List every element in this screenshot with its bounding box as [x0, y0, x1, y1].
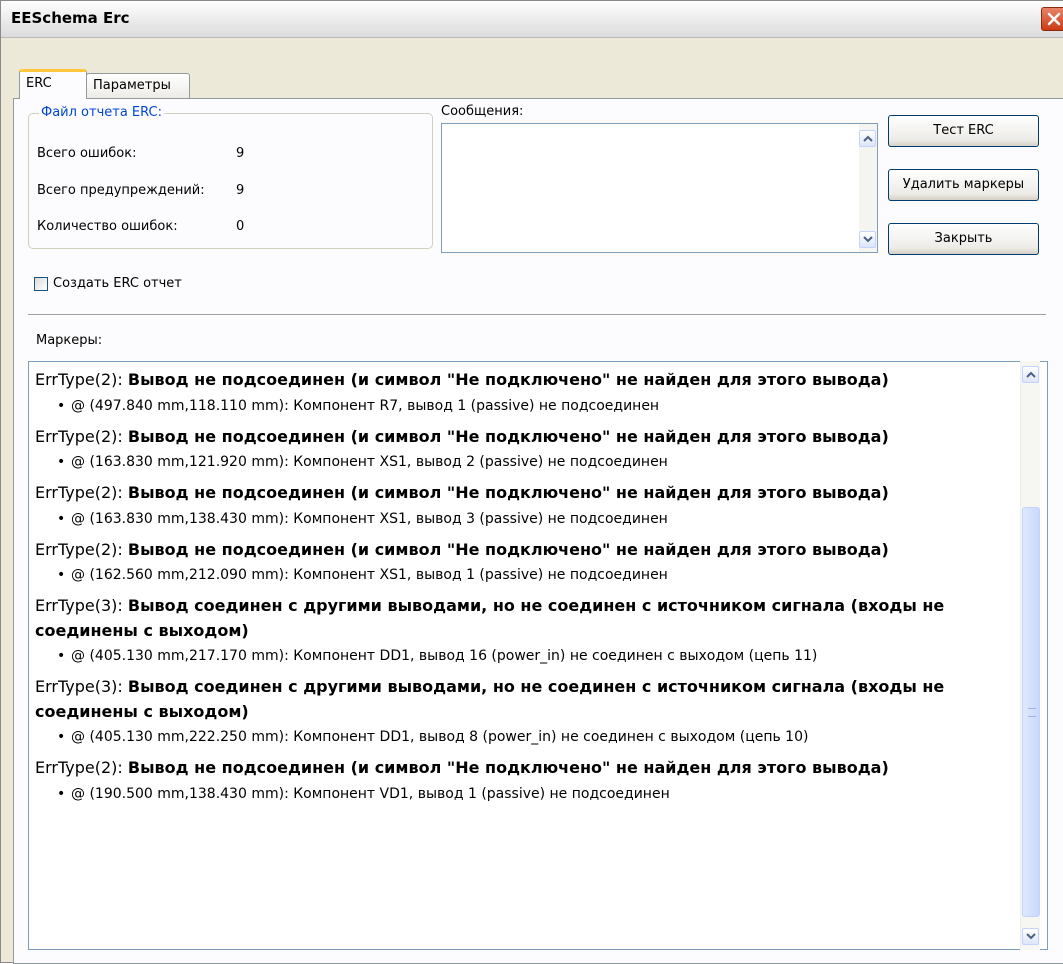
tab-erc[interactable]: ERC	[19, 69, 87, 99]
separator	[28, 314, 1046, 316]
marker-detail-row: • @ (163.830 mm,138.430 mm): Компонент XS…	[35, 506, 1025, 532]
scroll-down-icon	[863, 236, 873, 243]
messages-label: Сообщения:	[441, 104, 524, 119]
marker-message: Вывод не подсоединен (и символ "Не подкл…	[127, 370, 889, 389]
markers-list[interactable]: ErrType(2): Вывод не подсоединен (и симв…	[28, 361, 1048, 950]
marker-header: ErrType(2): Вывод не подсоединен (и симв…	[35, 538, 1025, 563]
report-group-legend: Файл отчета ERC:	[39, 105, 164, 120]
marker-detail-row: • @ (497.840 mm,118.110 mm): Компонент R7…	[35, 393, 1025, 419]
window-title: EESchema Erc	[11, 9, 130, 27]
bullet-icon: •	[57, 397, 66, 414]
marker-detail-row: • @ (405.130 mm,217.170 mm): Компонент DD…	[35, 643, 1025, 669]
marker-entry[interactable]: ErrType(3): Вывод соединен с другими выв…	[35, 594, 1025, 669]
bullet-icon: •	[57, 648, 66, 664]
tab-parameters[interactable]: Параметры	[86, 73, 190, 99]
error-count-label: Количество ошибок:	[37, 219, 178, 234]
markers-content: ErrType(2): Вывод не подсоединен (и симв…	[35, 368, 1025, 813]
marker-error-type: ErrType(3):	[35, 596, 123, 615]
test-erc-button[interactable]: Тест ERC	[888, 115, 1039, 147]
marker-entry[interactable]: ErrType(3): Вывод соединен с другими выв…	[35, 675, 1025, 750]
scroll-down-icon	[1026, 933, 1036, 940]
scroll-up-icon	[863, 135, 873, 142]
bullet-icon: •	[57, 729, 66, 745]
error-count-value: 0	[236, 219, 245, 234]
title-bar: EESchema Erc	[1, 1, 1063, 38]
marker-message: Вывод не подсоединен (и символ "Не подкл…	[127, 483, 889, 502]
tab-label: Параметры	[93, 78, 171, 93]
marker-detail: @ (162.560 mm,212.090 mm): Компонент XS1…	[71, 567, 668, 583]
markers-scroll-up-button[interactable]	[1022, 366, 1039, 383]
marker-header: ErrType(2): Вывод не подсоединен (и симв…	[35, 756, 1025, 781]
marker-message: Вывод соединен с другими выводами, но не…	[35, 677, 945, 721]
marker-header: ErrType(3): Вывод соединен с другими выв…	[35, 594, 1025, 643]
marker-detail: @ (405.130 mm,217.170 mm): Компонент DD1…	[71, 648, 818, 664]
marker-detail: @ (163.830 mm,121.920 mm): Компонент XS1…	[71, 454, 668, 470]
messages-scroll-down-button[interactable]	[859, 231, 876, 248]
create-report-checkbox[interactable]	[34, 277, 48, 291]
marker-detail: @ (405.130 mm,222.250 mm): Компонент DD1…	[71, 729, 809, 745]
delete-markers-button[interactable]: Удалить маркеры	[888, 169, 1039, 201]
marker-message: Вывод соединен с другими выводами, но не…	[35, 596, 945, 640]
total-errors-value: 9	[236, 146, 245, 161]
bullet-icon: •	[57, 567, 66, 583]
marker-error-type: ErrType(2):	[35, 758, 123, 777]
bullet-icon: •	[57, 510, 66, 527]
marker-detail-row: • @ (162.560 mm,212.090 mm): Компонент XS…	[35, 562, 1025, 588]
marker-error-type: ErrType(2):	[35, 539, 123, 559]
marker-entry[interactable]: ErrType(2): Вывод не подсоединен (и симв…	[35, 756, 1025, 807]
marker-detail: @ (497.840 mm,118.110 mm): Компонент R7,…	[71, 397, 660, 414]
close-button[interactable]: Закрыть	[888, 223, 1039, 255]
close-icon	[1047, 12, 1061, 26]
erc-dialog: EESchema Erc ERC Параметры Файл отчета E…	[0, 0, 1063, 964]
tab-label: ERC	[26, 76, 52, 91]
marker-header: ErrType(2): Вывод не подсоединен (и симв…	[35, 481, 1025, 506]
marker-message: Вывод не подсоединен (и символ "Не подкл…	[127, 426, 889, 446]
messages-scroll-up-button[interactable]	[859, 130, 876, 147]
create-report-label[interactable]: Создать ERC отчет	[53, 276, 182, 291]
marker-message: Вывод не подсоединен (и символ "Не подкл…	[127, 758, 889, 777]
marker-error-type: ErrType(2):	[35, 370, 123, 389]
marker-detail-row: • @ (163.830 mm,121.920 mm): Компонент XS…	[35, 449, 1025, 475]
marker-header: ErrType(2): Вывод не подсоединен (и симв…	[35, 368, 1025, 393]
total-errors-label: Всего ошибок:	[37, 146, 137, 161]
marker-error-type: ErrType(2):	[35, 426, 123, 446]
markers-scrollbar[interactable]	[1020, 361, 1040, 950]
close-window-button[interactable]	[1041, 7, 1063, 31]
marker-detail-row: • @ (405.130 mm,222.250 mm): Компонент DD…	[35, 724, 1025, 750]
marker-error-type: ErrType(3):	[35, 677, 123, 696]
marker-detail: @ (190.500 mm,138.430 mm): Компонент VD1…	[71, 785, 670, 802]
markers-scroll-thumb[interactable]	[1022, 507, 1040, 917]
marker-entry[interactable]: ErrType(2): Вывод не подсоединен (и симв…	[35, 425, 1025, 476]
marker-entry[interactable]: ErrType(2): Вывод не подсоединен (и симв…	[35, 368, 1025, 419]
messages-scrollbar[interactable]	[859, 124, 877, 252]
total-warnings-label: Всего предупреждений:	[37, 183, 205, 198]
bullet-icon: •	[57, 454, 66, 470]
scroll-grip-icon	[1028, 708, 1036, 717]
bullet-icon: •	[57, 785, 66, 802]
scroll-up-icon	[1026, 371, 1036, 378]
marker-detail-row: • @ (190.500 mm,138.430 mm): Компонент VD…	[35, 781, 1025, 807]
messages-textarea[interactable]	[441, 123, 878, 253]
marker-error-type: ErrType(2):	[35, 483, 123, 502]
markers-scroll-down-button[interactable]	[1022, 928, 1039, 945]
total-warnings-value: 9	[236, 183, 245, 198]
marker-header: ErrType(3): Вывод соединен с другими выв…	[35, 675, 1025, 724]
markers-label: Маркеры:	[36, 333, 103, 348]
marker-header: ErrType(2): Вывод не подсоединен (и симв…	[35, 425, 1025, 450]
marker-message: Вывод не подсоединен (и символ "Не подкл…	[127, 539, 889, 559]
marker-detail: @ (163.830 mm,138.430 mm): Компонент XS1…	[71, 510, 668, 527]
marker-entry[interactable]: ErrType(2): Вывод не подсоединен (и симв…	[35, 538, 1025, 589]
marker-entry[interactable]: ErrType(2): Вывод не подсоединен (и симв…	[35, 481, 1025, 532]
